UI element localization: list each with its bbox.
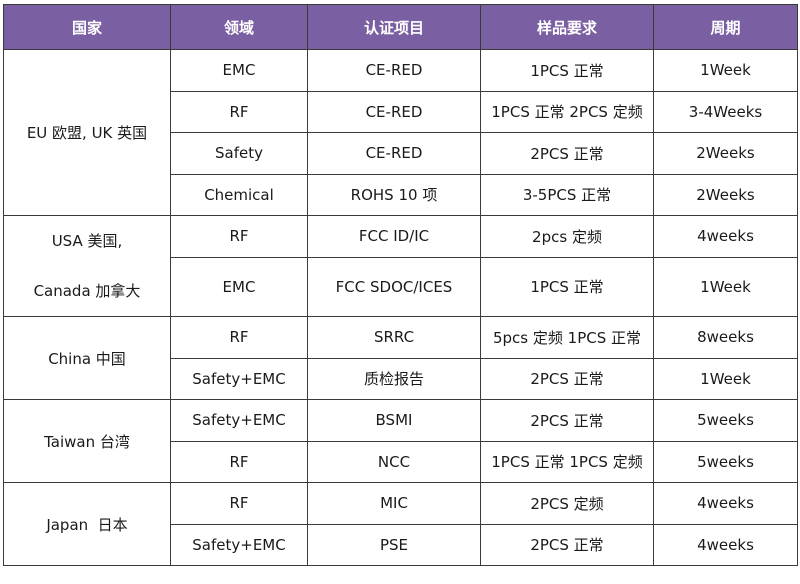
table-row: China 中国 RF SRRC 5pcs 定频 1PCS 正常 8weeks — [3, 316, 798, 400]
table-header: 国家 领域 认证项目 样品要求 周期 — [3, 4, 798, 50]
field-cell: RF — [170, 215, 308, 258]
table-row: EU 欧盟, UK 英国 EMC CE-RED 1PCS 正常 1Week — [3, 49, 798, 216]
field-cell: Safety+EMC — [170, 399, 308, 442]
sample-cell: 2PCS 正常 — [480, 357, 654, 400]
sample-cell: 1PCS 正常 1PCS 定频 — [480, 440, 654, 483]
header-field: 领域 — [170, 4, 308, 50]
cert-cell: CE-RED — [307, 90, 481, 133]
country-cell: USA 美国, Canada 加拿大 — [3, 215, 171, 317]
country-cell: Japan 日本 — [3, 482, 171, 566]
field-cell: Chemical — [170, 173, 308, 216]
country-cell: Taiwan 台湾 — [3, 399, 171, 483]
sample-cell: 3-5PCS 正常 — [480, 173, 654, 216]
header-country: 国家 — [3, 4, 171, 50]
country-cell: EU 欧盟, UK 英国 — [3, 49, 171, 216]
cert-cell: MIC — [307, 482, 481, 525]
period-cell: 1Week — [653, 49, 798, 92]
period-cell: 8weeks — [653, 316, 798, 359]
sample-cell: 1PCS 正常 — [480, 256, 654, 318]
field-cell: Safety+EMC — [170, 523, 308, 566]
header-row: 国家 领域 认证项目 样品要求 周期 — [3, 4, 798, 50]
header-cert: 认证项目 — [307, 4, 481, 50]
country-cell: China 中国 — [3, 316, 171, 400]
period-cell: 2Weeks — [653, 132, 798, 175]
field-cell: Safety+EMC — [170, 357, 308, 400]
cert-cell: FCC ID/IC — [307, 215, 481, 258]
cert-cell: ROHS 10 项 — [307, 173, 481, 216]
field-cell: RF — [170, 440, 308, 483]
field-cell: RF — [170, 482, 308, 525]
cert-cell: BSMI — [307, 399, 481, 442]
sample-cell: 2pcs 定频 — [480, 215, 654, 258]
field-cell: RF — [170, 90, 308, 133]
cert-cell: 质检报告 — [307, 357, 481, 400]
field-cell: EMC — [170, 256, 308, 318]
period-cell: 4weeks — [653, 482, 798, 525]
field-cell: Safety — [170, 132, 308, 175]
table-row: Japan 日本 RF MIC 2PCS 定频 4weeks — [3, 482, 798, 566]
cert-cell: PSE — [307, 523, 481, 566]
period-cell: 2Weeks — [653, 173, 798, 216]
table-body: EU 欧盟, UK 英国 EMC CE-RED 1PCS 正常 1Week RF… — [3, 49, 798, 566]
table-row: USA 美国, Canada 加拿大 RF FCC ID/IC 2pcs 定频 … — [3, 215, 798, 317]
table-row: Taiwan 台湾 Safety+EMC BSMI 2PCS 正常 5weeks — [3, 399, 798, 483]
cert-cell: SRRC — [307, 316, 481, 359]
sample-cell: 1PCS 正常 2PCS 定频 — [480, 90, 654, 133]
cert-cell: FCC SDOC/ICES — [307, 256, 481, 318]
sample-cell: 1PCS 正常 — [480, 49, 654, 92]
cert-cell: NCC — [307, 440, 481, 483]
country-line-canada: Canada 加拿大 — [33, 282, 141, 300]
certification-table: 国家 领域 认证项目 样品要求 周期 EU 欧盟, UK 英国 EMC CE-R… — [3, 4, 798, 566]
country-line-usa: USA 美国, — [51, 232, 123, 250]
sample-cell: 5pcs 定频 1PCS 正常 — [480, 316, 654, 359]
period-cell: 5weeks — [653, 440, 798, 483]
sample-cell: 2PCS 正常 — [480, 523, 654, 566]
sample-cell: 2PCS 定频 — [480, 482, 654, 525]
period-cell: 5weeks — [653, 399, 798, 442]
sample-cell: 2PCS 正常 — [480, 399, 654, 442]
sample-cell: 2PCS 正常 — [480, 132, 654, 175]
period-cell: 1Week — [653, 256, 798, 318]
period-cell: 1Week — [653, 357, 798, 400]
header-period: 周期 — [653, 4, 798, 50]
field-cell: EMC — [170, 49, 308, 92]
period-cell: 3-4Weeks — [653, 90, 798, 133]
cert-cell: CE-RED — [307, 49, 481, 92]
period-cell: 4weeks — [653, 523, 798, 566]
header-sample: 样品要求 — [480, 4, 654, 50]
field-cell: RF — [170, 316, 308, 359]
period-cell: 4weeks — [653, 215, 798, 258]
cert-cell: CE-RED — [307, 132, 481, 175]
